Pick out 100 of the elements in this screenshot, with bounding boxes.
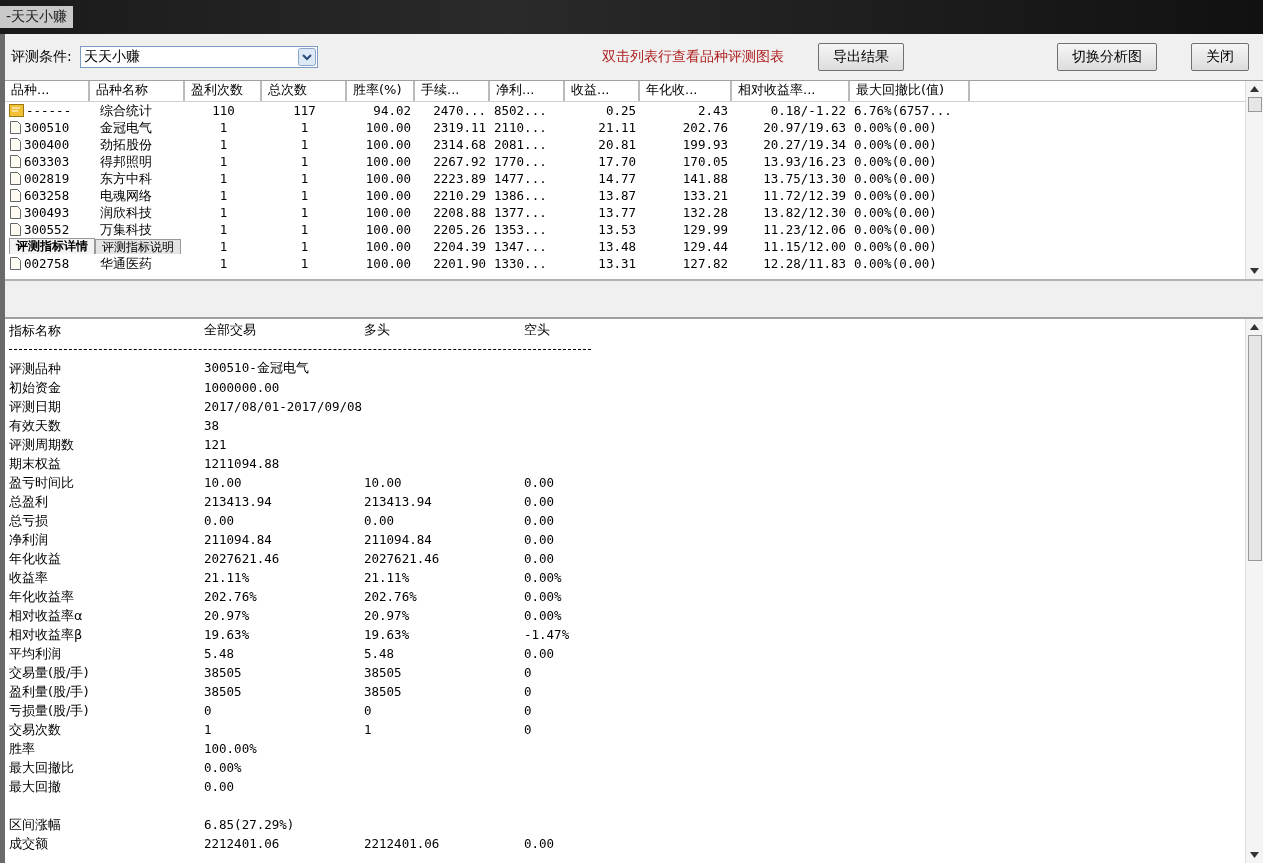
scrollbar[interactable] — [1245, 81, 1263, 279]
column-header[interactable]: 年化收... — [640, 81, 732, 101]
table-cell: 11.23/12.06 — [763, 221, 846, 238]
column-header[interactable]: 净利... — [490, 81, 565, 101]
table-cell: 1 — [300, 221, 309, 238]
switch-chart-button[interactable]: 切换分析图 — [1057, 43, 1157, 71]
close-button[interactable]: 关闭 — [1191, 43, 1249, 71]
table-cell: 1 — [219, 170, 228, 187]
folder-icon — [9, 104, 24, 117]
metric-value: 6.85(27.29%) — [204, 817, 296, 832]
metric-name: 期末权益 — [9, 454, 62, 473]
table-cell: 13.48 — [598, 238, 636, 255]
column-header[interactable]: 收益... — [565, 81, 640, 101]
table-cell: 13.77 — [598, 204, 636, 221]
table-cell: 002819 — [24, 170, 70, 187]
tab[interactable]: 评测指标详情 — [9, 238, 95, 254]
document-icon — [9, 138, 22, 151]
metric-value: 0 — [524, 665, 532, 680]
table-cell: 300400 — [24, 136, 70, 153]
column-header[interactable]: 品种名称 — [90, 81, 185, 101]
table-cell: 0.25 — [605, 102, 636, 119]
table-cell: 0.18/-1.22 — [770, 102, 846, 119]
table-cell: 2208.88 — [433, 204, 486, 221]
table-cell: 2470... — [433, 102, 486, 119]
metric-name: 交易量(股/手) — [9, 663, 90, 682]
tab[interactable]: 评测指标说明 — [95, 239, 181, 254]
metric-value: 0.00% — [524, 570, 562, 585]
table-cell: 13.31 — [598, 255, 636, 272]
table-cell: 0.00%(0.00) — [854, 187, 937, 204]
column-header[interactable]: 最大回撤比(值) — [850, 81, 970, 101]
metric-value: 10.00 — [364, 475, 403, 490]
table-cell: 综合统计 — [100, 102, 152, 119]
table-cell: 1 — [219, 136, 228, 153]
column-header[interactable]: 胜率(%) — [347, 81, 415, 101]
table-cell: 2223.89 — [433, 170, 486, 187]
metric-value: 0.00% — [524, 589, 562, 604]
table-cell: 1477... — [494, 170, 547, 187]
metric-value: -1.47% — [524, 627, 570, 642]
scroll-down-icon[interactable] — [1250, 268, 1259, 274]
table-cell: 100.00 — [365, 136, 411, 153]
scroll-up-icon[interactable] — [1250, 86, 1259, 92]
scrollbar[interactable] — [1245, 319, 1263, 863]
table-cell: 2204.39 — [433, 238, 486, 255]
metric-value: 0.00% — [524, 608, 562, 623]
column-header[interactable]: 相对收益率... — [732, 81, 850, 101]
column-label: 多头 — [364, 322, 391, 339]
table-cell: 13.75/13.30 — [763, 170, 846, 187]
metric-name: 平均利润 — [9, 644, 62, 663]
table-cell: 13.93/16.23 — [763, 153, 846, 170]
metric-value: 0.00 — [364, 513, 396, 528]
table-cell: 1330... — [494, 255, 547, 272]
table-cell: 100.00 — [365, 153, 411, 170]
table-cell: 1 — [219, 119, 228, 136]
metric-value: 213413.94 — [364, 494, 433, 509]
export-button[interactable]: 导出结果 — [817, 43, 904, 71]
dropdown-caret-icon — [297, 48, 316, 66]
table-cell: 1 — [300, 238, 309, 255]
metric-name: 盈亏时间比 — [9, 473, 75, 492]
metric-value: 38 — [204, 418, 221, 433]
table-cell: 100.00 — [365, 187, 411, 204]
column-header[interactable]: 盈利次数 — [185, 81, 262, 101]
table-cell: 132.28 — [682, 204, 728, 221]
scrollbar-thumb[interactable] — [1247, 335, 1262, 561]
condition-label: 评测条件: — [11, 48, 72, 66]
table-cell: 14.77 — [598, 170, 636, 187]
metric-value: 0.00 — [524, 475, 555, 490]
scroll-up-icon[interactable] — [1250, 324, 1259, 330]
metric-value: 0 — [364, 703, 373, 718]
table-cell: ------ — [26, 102, 72, 119]
metric-value: 2212401.06 — [204, 836, 281, 851]
metric-name: 评测日期 — [9, 397, 62, 416]
metric-name: 胜率 — [9, 739, 36, 758]
table-cell: 1386... — [494, 187, 547, 204]
table-cell: 603303 — [24, 153, 70, 170]
metric-value: 0 — [524, 703, 532, 718]
table-cell: 110 — [212, 102, 235, 119]
condition-dropdown[interactable]: 天天小赚 — [79, 46, 318, 68]
column-header[interactable]: 总次数 — [262, 81, 347, 101]
document-icon — [9, 223, 22, 236]
table-cell: 117 — [293, 102, 316, 119]
scrollbar-thumb[interactable] — [1247, 97, 1262, 112]
metric-name: 最大回撤比 — [9, 758, 75, 777]
table-cell: 100.00 — [365, 170, 411, 187]
column-header[interactable]: 手续... — [415, 81, 490, 101]
metric-value: 1211094.88 — [204, 456, 281, 471]
table-cell: 1 — [300, 153, 309, 170]
table-cell: 170.05 — [682, 153, 728, 170]
scroll-down-icon[interactable] — [1250, 852, 1259, 858]
table-cell: 0.00%(0.00) — [854, 255, 937, 272]
metric-name: 年化收益 — [9, 549, 62, 568]
table-cell: 100.00 — [365, 238, 411, 255]
metric-name: 最大回撤 — [9, 777, 62, 796]
metric-value: 2212401.06 — [364, 836, 441, 851]
metric-name: 评测周期数 — [9, 435, 75, 454]
column-header[interactable]: 品种... — [5, 81, 90, 101]
table-cell: 华通医药 — [100, 255, 152, 272]
metric-value: 5.48 — [204, 646, 236, 661]
metric-value: 0.00 — [524, 646, 555, 661]
metric-value: 0.00 — [204, 779, 236, 794]
table-cell: 300552 — [24, 221, 70, 238]
